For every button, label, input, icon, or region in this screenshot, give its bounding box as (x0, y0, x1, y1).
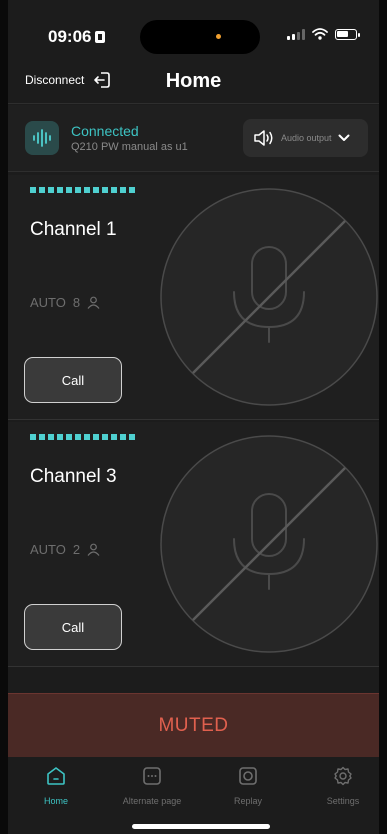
home-icon (47, 767, 65, 785)
level-segment (57, 434, 63, 440)
call-button[interactable]: Call (24, 604, 122, 650)
tab-replay-label: Replay (233, 796, 262, 806)
connection-info: Connected Q210 PW manual as u1 (71, 123, 188, 153)
phone-screen: 09:06 Disconnect Home Connected Q210 PW … (0, 0, 387, 834)
user-icon (87, 296, 100, 309)
muted-button[interactable]: MUTED (8, 693, 379, 757)
channel-meta: AUTO 8 (30, 295, 100, 310)
level-segment (66, 434, 72, 440)
tab-settings[interactable]: Settings (303, 765, 383, 806)
channel-card: Channel 1 AUTO 8 Call (8, 175, 379, 420)
level-segment (129, 434, 135, 440)
tab-bar: Home Alternate page Replay Settings (8, 757, 379, 834)
level-segment (66, 187, 72, 193)
tab-replay[interactable]: Replay (208, 765, 288, 806)
settings-icon (334, 766, 352, 786)
level-segment (39, 434, 45, 440)
sim-icon (95, 31, 106, 43)
device-icon (25, 121, 59, 155)
level-segment (84, 187, 90, 193)
audio-output-label: Audio output (281, 133, 332, 143)
level-segment (102, 434, 108, 440)
muted-label: MUTED (158, 714, 229, 736)
connection-bar: Connected Q210 PW manual as u1 Audio out… (8, 105, 379, 172)
level-meter (30, 434, 135, 440)
channel-card: Channel 3 AUTO 2 Call (8, 422, 379, 667)
level-segment (48, 187, 54, 193)
channel-name: Channel 1 (30, 219, 117, 240)
status-time-text: 09:06 (48, 27, 92, 46)
tab-alternate-page[interactable]: Alternate page (112, 765, 192, 806)
chevron-down-icon (338, 134, 350, 141)
cellular-signal-icon (287, 28, 305, 40)
level-meter (30, 187, 135, 193)
battery-icon (335, 28, 360, 40)
level-segment (120, 434, 126, 440)
status-icons (287, 28, 360, 40)
bezel-right (379, 0, 387, 834)
level-segment (57, 187, 63, 193)
level-segment (48, 434, 54, 440)
tab-home-label: Home (43, 796, 68, 806)
connection-status: Connected (71, 123, 139, 139)
wifi-icon (312, 28, 328, 40)
status-time: 09:06 (48, 27, 106, 47)
bezel-left (0, 0, 8, 834)
call-button[interactable]: Call (24, 357, 122, 403)
level-segment (39, 187, 45, 193)
alternate-page-icon (143, 767, 161, 785)
level-segment (93, 187, 99, 193)
header: Disconnect Home (8, 62, 379, 104)
level-segment (75, 187, 81, 193)
speaker-icon (254, 130, 273, 146)
level-segment (93, 434, 99, 440)
channel-mode: AUTO (30, 295, 66, 310)
dynamic-island (140, 20, 260, 54)
channel-user-count: 2 (72, 542, 81, 557)
level-segment (84, 434, 90, 440)
channel-name: Channel 3 (30, 466, 117, 487)
tab-settings-label: Settings (326, 796, 360, 806)
connection-device: Q210 PW manual as u1 (71, 141, 188, 153)
channel-meta: AUTO 2 (30, 542, 100, 557)
level-segment (111, 434, 117, 440)
channel-user-count: 8 (72, 295, 81, 310)
tab-alternate-page-label: Alternate page (122, 796, 182, 806)
level-segment (120, 187, 126, 193)
replay-icon (239, 767, 257, 785)
audio-output-button[interactable]: Audio output (243, 119, 368, 157)
camera-indicator-icon (216, 34, 221, 39)
user-icon (87, 543, 100, 556)
home-indicator[interactable] (132, 824, 270, 829)
tab-home[interactable]: Home (16, 765, 96, 806)
status-bar: 09:06 (8, 0, 379, 60)
level-segment (75, 434, 81, 440)
mic-muted-button[interactable] (159, 434, 379, 654)
level-segment (129, 187, 135, 193)
mic-muted-button[interactable] (159, 187, 379, 407)
level-segment (30, 187, 36, 193)
level-segment (102, 187, 108, 193)
channel-mode: AUTO (30, 542, 66, 557)
level-segment (30, 434, 36, 440)
page-title: Home (165, 70, 222, 92)
level-segment (111, 187, 117, 193)
